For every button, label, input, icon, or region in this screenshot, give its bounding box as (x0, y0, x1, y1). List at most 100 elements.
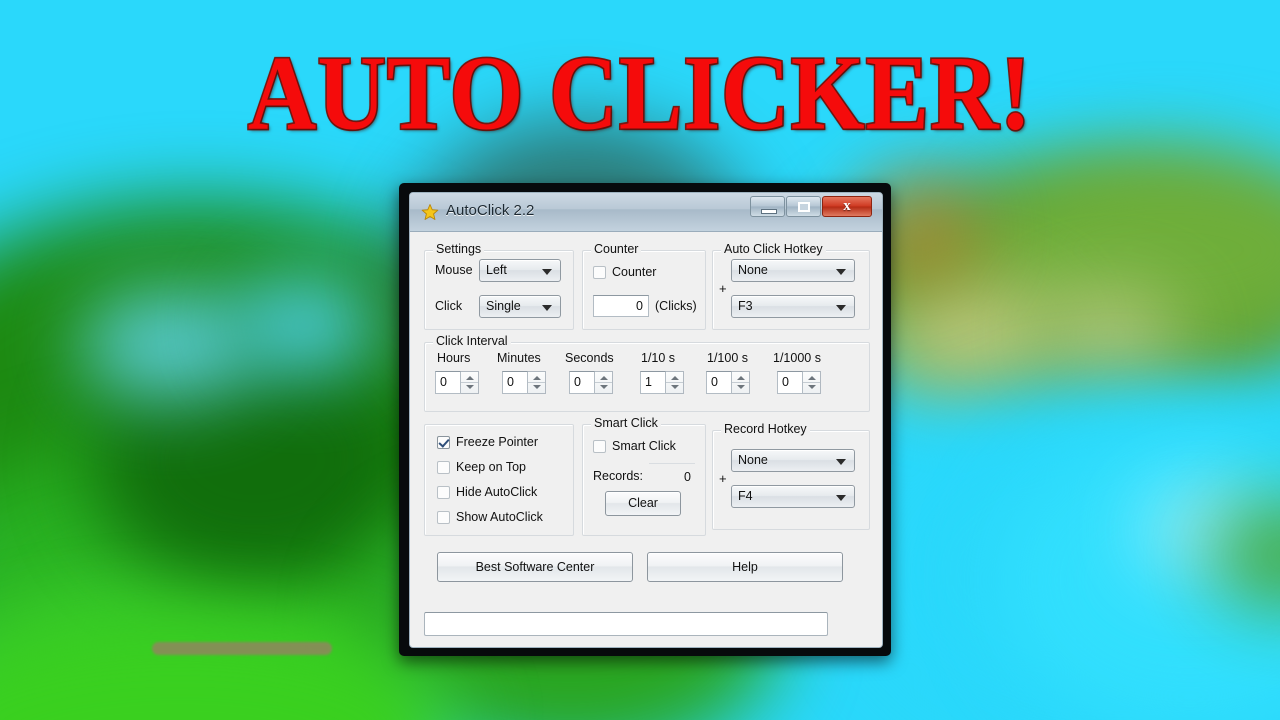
star-icon (421, 204, 439, 220)
arrow-up-icon[interactable] (808, 376, 816, 380)
counter-checkbox[interactable] (593, 266, 606, 279)
status-input[interactable] (424, 612, 828, 636)
record-hotkey-key-select[interactable]: F4 (731, 485, 855, 508)
option-label-3: Show AutoClick (456, 510, 543, 524)
interval-value-4[interactable]: 0 (706, 371, 732, 394)
title-bar[interactable]: AutoClick 2.2 x (410, 193, 882, 232)
page-title: AUTO CLICKER! (246, 33, 1033, 152)
arrow-down-icon[interactable] (808, 385, 816, 389)
option-checkbox-0[interactable] (437, 436, 450, 449)
interval-label-5: 1/1000 s (773, 351, 821, 365)
chevron-down-icon (836, 459, 846, 465)
interval-spinner-3[interactable]: 1 (640, 371, 684, 394)
auto-hotkey-key-value: F3 (738, 299, 753, 313)
clear-button[interactable]: Clear (605, 491, 681, 516)
records-value: 0 (684, 470, 691, 484)
water-highlight (230, 275, 380, 375)
close-icon: x (843, 198, 851, 214)
interval-spinner-5[interactable]: 0 (777, 371, 821, 394)
mouse-label: Mouse (435, 263, 473, 277)
counter-value: 0 (636, 299, 643, 313)
arrow-up-icon[interactable] (466, 376, 474, 380)
chevron-down-icon (542, 305, 552, 311)
interval-spinner-2[interactable]: 0 (569, 371, 613, 394)
click-interval-title: Click Interval (433, 334, 511, 348)
auto-hotkey-modifier-value: None (738, 263, 768, 277)
interval-stepper-1[interactable] (528, 371, 546, 394)
click-select[interactable]: Single (479, 295, 561, 318)
interval-stepper-0[interactable] (461, 371, 479, 394)
maximize-icon (798, 202, 810, 212)
click-interval-group: Click Interval Hours 0 Minutes 0 Seconds 0 1/1… (424, 334, 870, 412)
auto-hotkey-plus: + (719, 281, 727, 296)
window-title: AutoClick 2.2 (446, 202, 535, 219)
water-highlight (80, 290, 260, 400)
interval-value-3[interactable]: 1 (640, 371, 666, 394)
smart-click-checkbox[interactable] (593, 440, 606, 453)
option-label-0: Freeze Pointer (456, 435, 538, 449)
smart-click-checkbox-label: Smart Click (612, 439, 676, 453)
interval-label-3: 1/10 s (641, 351, 676, 365)
interval-stepper-5[interactable] (803, 371, 821, 394)
option-checkbox-3[interactable] (437, 511, 450, 524)
click-label: Click (435, 299, 463, 313)
counter-units-label: (Clicks) (655, 299, 697, 313)
arrow-down-icon[interactable] (671, 385, 679, 389)
chevron-down-icon (836, 495, 846, 501)
options-group: Freeze Pointer Keep on Top Hide AutoClick S… (424, 424, 574, 536)
arrow-down-icon[interactable] (533, 385, 541, 389)
interval-value-5[interactable]: 0 (777, 371, 803, 394)
app-window-frame: AutoClick 2.2 x Settings Mouse Left Clic… (399, 183, 891, 656)
interval-stepper-4[interactable] (732, 371, 750, 394)
interval-value-1[interactable]: 0 (502, 371, 528, 394)
maximize-button[interactable] (786, 196, 821, 217)
minimize-button[interactable] (750, 196, 785, 217)
interval-value-0[interactable]: 0 (435, 371, 461, 394)
arrow-up-icon[interactable] (533, 376, 541, 380)
interval-label-1: Minutes (497, 351, 541, 365)
interval-value-2[interactable]: 0 (569, 371, 595, 394)
mouse-select[interactable]: Left (479, 259, 561, 282)
arrow-down-icon[interactable] (737, 385, 745, 389)
minimize-icon (761, 209, 777, 214)
counter-group: Counter Counter 0 (Clicks) (582, 242, 706, 330)
counter-checkbox-label: Counter (612, 265, 657, 279)
interval-stepper-2[interactable] (595, 371, 613, 394)
option-checkbox-2[interactable] (437, 486, 450, 499)
option-checkbox-1[interactable] (437, 461, 450, 474)
arrow-up-icon[interactable] (737, 376, 745, 380)
chevron-down-icon (836, 305, 846, 311)
arrow-down-icon[interactable] (600, 385, 608, 389)
auto-hotkey-key-select[interactable]: F3 (731, 295, 855, 318)
settings-group-title: Settings (433, 242, 485, 256)
help-button[interactable]: Help (647, 552, 843, 582)
records-value-field: 0 (649, 463, 695, 484)
auto-hotkey-modifier-select[interactable]: None (731, 259, 855, 282)
arrow-down-icon[interactable] (466, 385, 474, 389)
record-hotkey-group: Record Hotkey + None F4 (712, 422, 870, 530)
interval-label-2: Seconds (565, 351, 614, 365)
record-hotkey-modifier-select[interactable]: None (731, 449, 855, 472)
interval-spinner-1[interactable]: 0 (502, 371, 546, 394)
smart-click-group: Smart Click Smart Click Records: 0 Clear (582, 416, 706, 536)
record-hotkey-plus: + (719, 471, 727, 486)
interval-spinner-4[interactable]: 0 (706, 371, 750, 394)
interval-stepper-3[interactable] (666, 371, 684, 394)
click-select-value: Single (486, 299, 521, 313)
close-button[interactable]: x (822, 196, 872, 217)
chevron-down-icon (542, 269, 552, 275)
interval-label-4: 1/100 s (707, 351, 749, 365)
records-label: Records: (593, 469, 644, 483)
record-hotkey-modifier-value: None (738, 453, 768, 467)
sand-blob (1040, 290, 1180, 380)
mouse-select-value: Left (486, 263, 507, 277)
counter-value-field[interactable]: 0 (593, 295, 649, 317)
best-software-center-button[interactable]: Best Software Center (437, 552, 633, 582)
arrow-up-icon[interactable] (600, 376, 608, 380)
interval-label-0: Hours (437, 351, 471, 365)
interval-spinner-0[interactable]: 0 (435, 371, 479, 394)
record-hotkey-title: Record Hotkey (721, 422, 810, 436)
record-hotkey-key-value: F4 (738, 489, 753, 503)
arrow-up-icon[interactable] (671, 376, 679, 380)
settings-group: Settings Mouse Left Click Single (424, 242, 574, 330)
